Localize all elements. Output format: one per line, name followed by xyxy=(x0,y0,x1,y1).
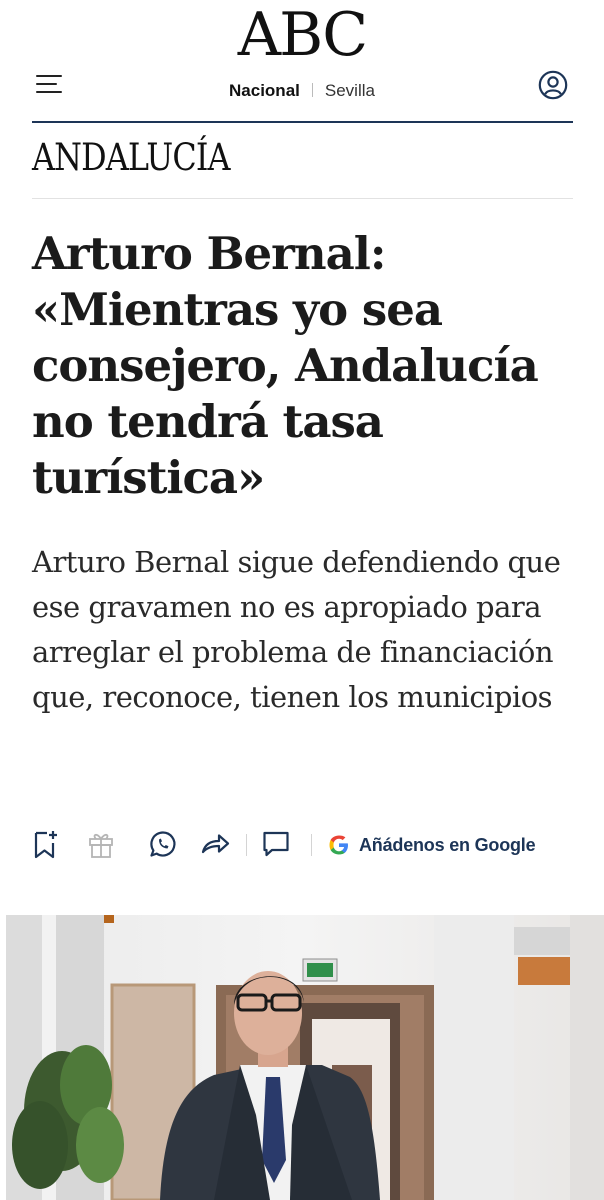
section-divider xyxy=(32,198,573,199)
gift-icon[interactable] xyxy=(86,829,116,859)
edition-nav: Nacional Sevilla xyxy=(0,80,604,102)
nav-edition-sevilla[interactable]: Sevilla xyxy=(325,81,375,100)
header-divider xyxy=(32,121,573,123)
article-photo[interactable] xyxy=(0,915,604,1200)
user-account-icon[interactable] xyxy=(538,70,568,100)
nav-separator xyxy=(311,83,313,97)
nav-edition-nacional[interactable]: Nacional xyxy=(229,81,300,100)
article-headline: Arturo Bernal: «Mientras yo sea consejer… xyxy=(32,227,539,504)
article-subtitle: Arturo Bernal sigue defendiendo que ese … xyxy=(32,545,561,714)
toolbar-divider xyxy=(311,834,312,856)
section-title[interactable]: ANDALUCÍA xyxy=(32,134,231,182)
share-icon[interactable] xyxy=(200,829,230,859)
article-photo-image xyxy=(0,915,604,1200)
add-google-label: Añádenos en Google xyxy=(359,834,536,855)
share-toolbar: Añádenos en Google xyxy=(32,826,573,864)
abc-logo[interactable]: ABC xyxy=(0,0,604,70)
comment-icon[interactable] xyxy=(261,829,291,859)
add-google-button[interactable]: Añádenos en Google xyxy=(327,828,536,862)
whatsapp-icon[interactable] xyxy=(148,829,178,859)
bookmark-add-icon[interactable] xyxy=(32,829,62,859)
google-icon xyxy=(329,835,348,855)
toolbar-divider xyxy=(246,834,247,856)
site-header: ABC Nacional Sevilla xyxy=(0,0,604,124)
